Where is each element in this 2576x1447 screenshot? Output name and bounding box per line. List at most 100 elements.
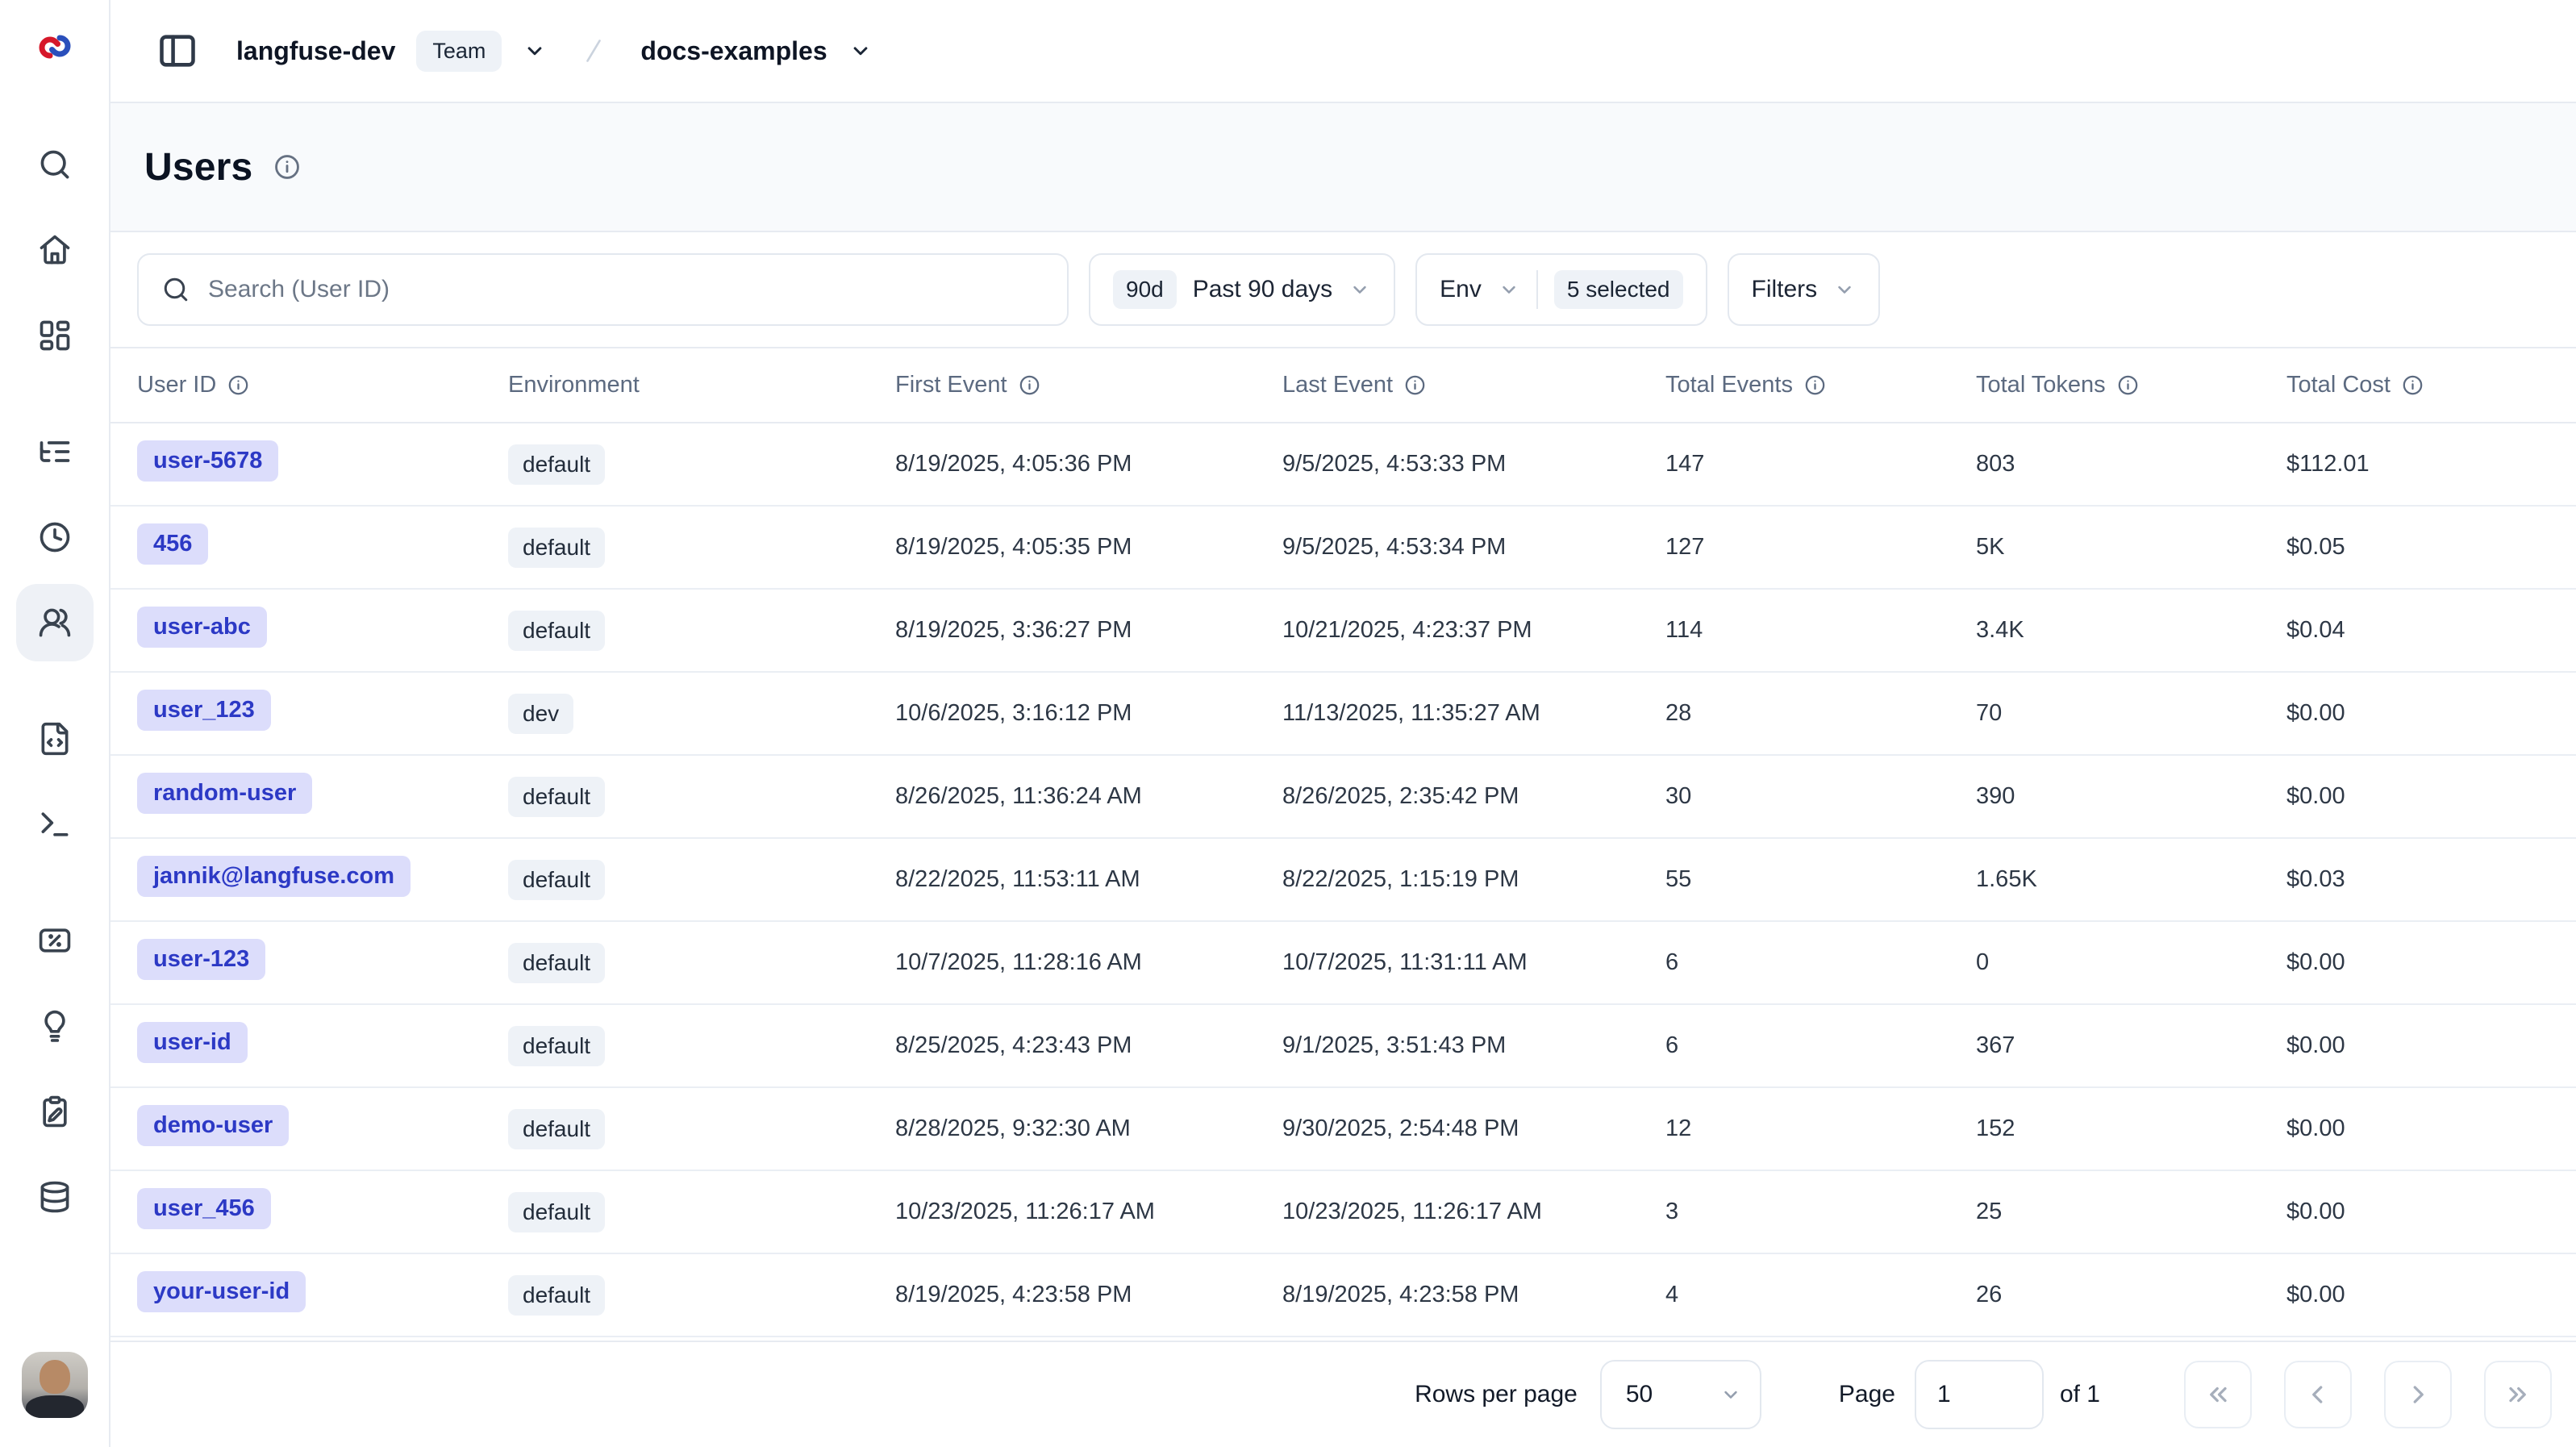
table-row[interactable]: 456default8/19/2025, 4:05:35 PM9/5/2025,…: [110, 507, 2576, 590]
user-id-badge[interactable]: user-5678: [137, 440, 278, 482]
user-avatar[interactable]: [22, 1352, 88, 1418]
cell-user-id: user-id: [137, 1022, 508, 1070]
cell-total-tokens: 3.4K: [1976, 617, 2286, 644]
cell-total-tokens: 367: [1976, 1032, 2286, 1059]
cell-total-cost: $0.04: [2286, 617, 2549, 644]
next-page-button[interactable]: [2384, 1361, 2452, 1428]
chevrons-right-icon: [2503, 1380, 2532, 1409]
user-id-badge[interactable]: user-123: [137, 939, 265, 980]
info-icon: [1404, 374, 1426, 396]
sidebar-item-home[interactable]: [16, 211, 94, 289]
user-id-badge[interactable]: 456: [137, 523, 208, 565]
org-name[interactable]: langfuse-dev: [236, 36, 395, 66]
sidebar-item-database[interactable]: [16, 1158, 94, 1236]
avatar-face: [40, 1360, 70, 1394]
sidebar-item-users[interactable]: [16, 584, 94, 661]
layout-dashboard-icon: [37, 318, 73, 353]
app-window: langfuse-dev Team docs-examples Users 90…: [0, 0, 2576, 1447]
cell-last-event: 10/7/2025, 11:31:11 AM: [1282, 949, 1665, 976]
sidebar-item-square-percent[interactable]: [16, 902, 94, 979]
user-id-badge[interactable]: demo-user: [137, 1105, 289, 1146]
user-id-badge[interactable]: user-abc: [137, 607, 267, 648]
table-row[interactable]: random-userdefault8/26/2025, 11:36:24 AM…: [110, 756, 2576, 839]
cell-user-id: user_456: [137, 1188, 508, 1236]
table-row[interactable]: user-123default10/7/2025, 11:28:16 AM10/…: [110, 922, 2576, 1005]
filters-button[interactable]: Filters: [1728, 253, 1881, 326]
environment-badge: default: [508, 528, 605, 568]
search-input[interactable]: [208, 276, 1044, 303]
user-id-badge[interactable]: user_123: [137, 690, 271, 731]
user-id-badge[interactable]: user-id: [137, 1022, 248, 1063]
user-id-badge[interactable]: user_456: [137, 1188, 271, 1229]
table-row[interactable]: demo-userdefault8/28/2025, 9:32:30 AM9/3…: [110, 1088, 2576, 1171]
sidebar-item-clipboard-pen[interactable]: [16, 1073, 94, 1150]
page-title-band: Users: [110, 103, 2576, 232]
cell-environment: default: [508, 777, 895, 817]
cell-user-id: demo-user: [137, 1105, 508, 1153]
cell-environment: default: [508, 860, 895, 900]
environment-badge: default: [508, 860, 605, 900]
sidebar-item-layout-dashboard[interactable]: [16, 297, 94, 374]
project-name[interactable]: docs-examples: [640, 36, 827, 66]
environment-select[interactable]: Env 5 selected: [1415, 253, 1707, 326]
user-id-badge[interactable]: your-user-id: [137, 1271, 306, 1312]
list-tree-icon: [37, 434, 73, 469]
date-range-select[interactable]: 90d Past 90 days: [1089, 253, 1395, 326]
cell-environment: default: [508, 528, 895, 568]
sidebar-toggle-button[interactable]: [156, 29, 199, 73]
cell-last-event: 9/5/2025, 4:53:34 PM: [1282, 534, 1665, 561]
sidebar-item-terminal[interactable]: [16, 786, 94, 863]
info-icon: [227, 374, 249, 396]
column-header-user_id[interactable]: User ID: [137, 372, 508, 398]
table-row[interactable]: user_456default10/23/2025, 11:26:17 AM10…: [110, 1171, 2576, 1254]
table-row[interactable]: jannik@langfuse.comdefault8/22/2025, 11:…: [110, 839, 2576, 922]
last-page-button[interactable]: [2484, 1361, 2552, 1428]
org-chevron-down-icon[interactable]: [523, 39, 547, 63]
column-header-environment[interactable]: Environment: [508, 372, 895, 398]
cell-total-cost: $0.00: [2286, 1282, 2549, 1308]
column-header-total_events[interactable]: Total Events: [1665, 372, 1976, 398]
cell-first-event: 10/23/2025, 11:26:17 AM: [895, 1199, 1282, 1225]
sidebar-item-lightbulb[interactable]: [16, 987, 94, 1065]
first-page-button[interactable]: [2184, 1361, 2252, 1428]
table-row[interactable]: user-abcdefault8/19/2025, 3:36:27 PM10/2…: [110, 590, 2576, 673]
langfuse-logo: [0, 0, 109, 94]
page-title-info-icon[interactable]: [273, 153, 301, 181]
page-number-input[interactable]: [1915, 1360, 2044, 1429]
cell-total-events: 3: [1665, 1199, 1976, 1225]
column-header-total_tokens[interactable]: Total Tokens: [1976, 372, 2286, 398]
cell-environment: default: [508, 943, 895, 983]
cell-total-tokens: 1.65K: [1976, 866, 2286, 893]
previous-page-button[interactable]: [2284, 1361, 2352, 1428]
chevron-left-icon: [2303, 1380, 2332, 1409]
user-id-badge[interactable]: random-user: [137, 773, 312, 814]
panel-left-icon: [156, 30, 198, 72]
column-header-total_cost[interactable]: Total Cost: [2286, 372, 2549, 398]
table-row[interactable]: user-iddefault8/25/2025, 4:23:43 PM9/1/2…: [110, 1005, 2576, 1088]
table-row[interactable]: user-5678default8/19/2025, 4:05:36 PM9/5…: [110, 423, 2576, 507]
environment-badge: dev: [508, 694, 573, 734]
sidebar-item-search[interactable]: [16, 126, 94, 203]
environment-badge: default: [508, 444, 605, 485]
column-header-first_event[interactable]: First Event: [895, 372, 1282, 398]
cell-total-events: 6: [1665, 949, 1976, 976]
database-icon: [37, 1179, 73, 1215]
column-label: Total Cost: [2286, 372, 2391, 398]
table-row[interactable]: user_123dev10/6/2025, 3:16:12 PM11/13/20…: [110, 673, 2576, 756]
search-icon: [161, 275, 190, 304]
project-chevron-down-icon[interactable]: [848, 39, 873, 63]
rows-per-page-select[interactable]: 50: [1600, 1360, 1761, 1429]
cell-total-cost: $0.00: [2286, 783, 2549, 810]
rows-per-page-value: 50: [1626, 1381, 1653, 1408]
column-header-last_event[interactable]: Last Event: [1282, 372, 1665, 398]
user-id-badge[interactable]: jannik@langfuse.com: [137, 856, 411, 897]
sidebar-item-file-code[interactable]: [16, 700, 94, 778]
sidebar-item-clock[interactable]: [16, 498, 94, 576]
table-row[interactable]: your-user-iddefault8/19/2025, 4:23:58 PM…: [110, 1254, 2576, 1337]
sidebar-group: [16, 126, 94, 374]
environment-badge: default: [508, 777, 605, 817]
langfuse-logo-icon: [35, 27, 74, 66]
pagination-bar: Rows per page 50 Page of 1: [110, 1341, 2576, 1447]
cell-total-tokens: 25: [1976, 1199, 2286, 1225]
sidebar-item-list-tree[interactable]: [16, 413, 94, 490]
